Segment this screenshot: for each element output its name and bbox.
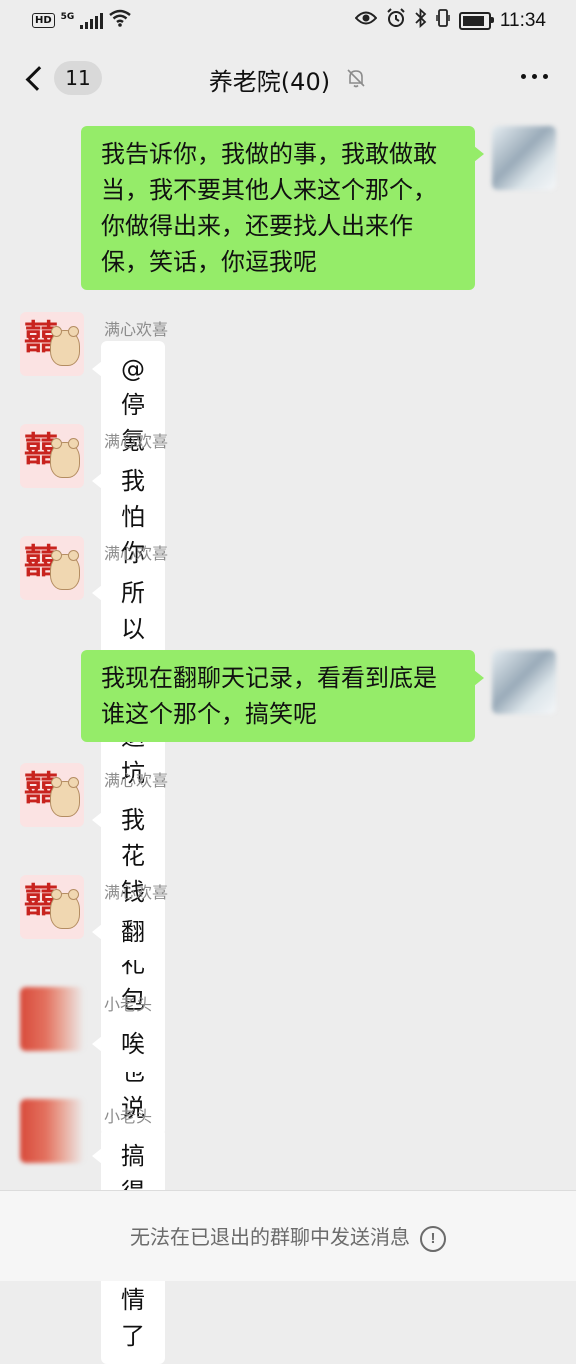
wifi-icon (109, 9, 132, 32)
sender-name: 满心欢喜 (104, 883, 169, 902)
vibrate-icon (436, 8, 450, 33)
my-avatar[interactable] (492, 126, 556, 190)
title-wrap: 养老院(40) (0, 62, 576, 97)
my-avatar[interactable] (492, 650, 556, 714)
message-bubble[interactable]: 我花钱买礼包你也说 (92, 792, 165, 1136)
sender-avatar[interactable]: 囍 (20, 424, 84, 488)
alarm-icon (386, 8, 406, 33)
mute-bell-icon (345, 67, 367, 93)
sender-avatar[interactable]: 囍 (20, 312, 84, 376)
sender-name: 满心欢喜 (104, 432, 169, 451)
sender-avatar[interactable] (20, 1099, 84, 1163)
eye-icon (354, 10, 378, 31)
sender-name: 小老头 (104, 1107, 153, 1126)
sender-avatar[interactable] (20, 987, 84, 1051)
bluetooth-icon (415, 7, 427, 33)
message-bubble[interactable]: 唉 (92, 1016, 165, 1072)
sender-avatar[interactable]: 囍 (20, 763, 84, 827)
message-bubble[interactable]: 我现在翻聊天记录，看看到底是谁这个那个，搞笑呢 (81, 650, 484, 742)
sender-name: 满心欢喜 (104, 544, 169, 563)
exited-group-notice: 无法在已退出的群聊中发送消息 (130, 1225, 410, 1249)
footer-notice-row: 无法在已退出的群聊中发送消息! (0, 1221, 576, 1252)
clock: 11:34 (499, 9, 546, 31)
hd-icon: HD (32, 13, 55, 28)
signal-icon (80, 12, 104, 29)
message-bubble[interactable]: 我告诉你，我做的事，我敢做敢当，我不要其他人来这个那个，你做得出来，还要找人出来… (81, 126, 484, 290)
exclamation-circle-icon[interactable]: ! (420, 1226, 446, 1252)
sender-avatar[interactable]: 囍 (20, 875, 84, 939)
sender-name: 满心欢喜 (104, 771, 169, 790)
status-bar: HD 5G 11:34 (0, 0, 576, 40)
sender-name: 小老头 (104, 995, 153, 1014)
message-bubble[interactable]: 翻 (92, 904, 165, 960)
chat-header: 11 养老院(40) (0, 44, 576, 112)
chat-title: 养老院(40) (208, 68, 331, 96)
sender-avatar[interactable]: 囍 (20, 536, 84, 600)
more-dots-icon[interactable] (521, 74, 548, 79)
network-type: 5G (60, 11, 75, 22)
battery-icon (458, 11, 494, 30)
sender-name: 满心欢喜 (104, 320, 169, 339)
input-disabled-bar: 无法在已退出的群聊中发送消息! (0, 1190, 576, 1281)
